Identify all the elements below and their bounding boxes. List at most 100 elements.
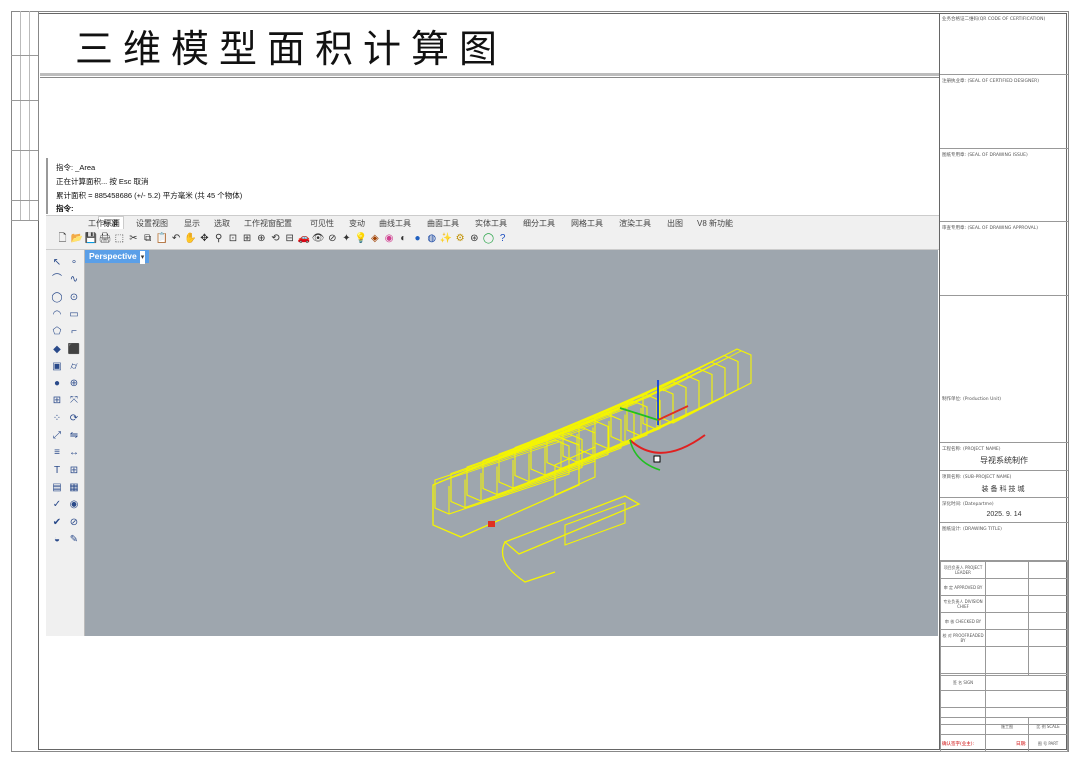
ellipse-icon[interactable]: ⊙	[67, 291, 81, 305]
color-wheel-icon[interactable]: ◉	[383, 232, 396, 245]
rectangle-icon[interactable]: ▭	[67, 308, 81, 322]
polyline-icon[interactable]: ⌒	[50, 273, 64, 287]
sub-project-label: 项目名称: (SUB-PROJECT NAME)	[942, 475, 1012, 480]
block-icon[interactable]: ▦	[67, 481, 81, 495]
tab-9[interactable]: 曲面工具	[427, 218, 459, 229]
tab-5[interactable]: 工作视窗配置	[244, 218, 292, 229]
boolean-icon[interactable]: ⊕	[67, 377, 81, 391]
tab-3[interactable]: 显示	[184, 218, 200, 229]
gizmo-y-axis[interactable]	[619, 407, 659, 421]
new-file-icon[interactable]: 🗋	[56, 232, 69, 245]
plugin-icon[interactable]: ⊛	[468, 232, 481, 245]
tab-2[interactable]: 设置视图	[136, 218, 168, 229]
zoom-window-icon[interactable]: ⊡	[226, 232, 239, 245]
dimension-icon[interactable]: ↔	[67, 446, 81, 460]
zoom-extents-icon[interactable]: ⊞	[241, 232, 254, 245]
scale-icon[interactable]: ⤢	[50, 429, 64, 443]
mesh-icon[interactable]: ⊞	[50, 394, 64, 408]
array-icon[interactable]: ⁘	[50, 412, 64, 426]
extrude-icon[interactable]: ⬛	[67, 343, 81, 357]
tab-14[interactable]: 出图	[667, 218, 683, 229]
render-icon[interactable]: ●	[411, 232, 424, 245]
slab-edge[interactable]	[470, 428, 586, 470]
rotate-icon[interactable]: ⟳	[67, 412, 81, 426]
transform-icon[interactable]: ⤧	[67, 394, 81, 408]
sphere-icon[interactable]: ◍	[425, 232, 438, 245]
point-icon[interactable]: ✦	[340, 232, 353, 245]
cut-icon[interactable]: ✂	[127, 232, 140, 245]
move-icon[interactable]: ✥	[198, 232, 211, 245]
seal-approval-cell: 审查专用章: (SEAL OF DRAWING APPROVAL)	[940, 222, 1068, 296]
material-icon[interactable]: ◈	[368, 232, 381, 245]
point-icon[interactable]: ∘	[67, 256, 81, 270]
help-icon[interactable]: ?	[496, 232, 509, 245]
select-icon[interactable]: ↖	[50, 256, 64, 270]
light-icon[interactable]: 💡	[354, 232, 367, 245]
perspective-viewport[interactable]: Perspective ▾	[85, 250, 938, 636]
display-icon[interactable]: ◐	[397, 232, 410, 245]
grid-icon[interactable]: ⊞	[67, 464, 81, 478]
check-icon[interactable]: ✔	[50, 516, 64, 530]
base-curve[interactable]	[501, 541, 556, 583]
print-icon[interactable]: 🖨	[99, 232, 112, 245]
circle-icon[interactable]: ◯	[50, 291, 64, 305]
qr-label: 业务合格证二维码(QR CODE OF CERTIFICATION)	[942, 17, 1046, 22]
sphere-icon[interactable]: ●	[50, 377, 64, 391]
box-icon[interactable]: ▣	[50, 360, 64, 374]
paint-icon[interactable]: ◒	[50, 533, 64, 547]
tab-1[interactable]: 工作平面	[88, 218, 120, 229]
eye-icon[interactable]: 👁	[312, 232, 325, 245]
tab-4[interactable]: 选取	[214, 218, 230, 229]
analyze-icon[interactable]: ✓	[50, 498, 64, 512]
misc-icon[interactable]: ✎	[67, 533, 81, 547]
fillet-icon[interactable]: ⌐	[67, 325, 81, 339]
curve-icon[interactable]: ∿	[67, 273, 81, 287]
save-icon[interactable]: 💾	[84, 232, 97, 245]
viewports-icon[interactable]: ⊟	[283, 232, 296, 245]
undo-icon[interactable]: ↶	[170, 232, 183, 245]
zoom-selected-icon[interactable]: ⊕	[255, 232, 268, 245]
sign-cell	[985, 561, 1029, 579]
text-icon[interactable]: T	[50, 464, 64, 478]
tab-13[interactable]: 渲染工具	[619, 218, 651, 229]
cplane-icon[interactable]: ⊘	[67, 516, 81, 530]
align-icon[interactable]: ≡	[50, 446, 64, 460]
inner-block[interactable]	[564, 502, 626, 546]
project-name-label: 工程名称: (PROJECT NAME)	[942, 447, 1001, 452]
tab-15[interactable]: V8 新功能	[697, 218, 733, 229]
cylinder-icon[interactable]: ⌭	[67, 360, 81, 374]
arc-icon[interactable]: ◠	[50, 308, 64, 322]
tab-12[interactable]: 网格工具	[571, 218, 603, 229]
rotate-view-icon[interactable]: ⟲	[269, 232, 282, 245]
mirror-icon[interactable]: ⇋	[67, 429, 81, 443]
tab-10[interactable]: 实体工具	[475, 218, 507, 229]
render-icon[interactable]: ◉	[67, 498, 81, 512]
pan-icon[interactable]: ✋	[184, 232, 197, 245]
open-icon[interactable]: 📂	[70, 232, 83, 245]
blank-row	[940, 646, 986, 676]
gear-icon[interactable]: ⚙	[454, 232, 467, 245]
paste-icon[interactable]: 📋	[155, 232, 168, 245]
blank-cell	[940, 296, 1068, 396]
car-icon[interactable]: 🚗	[297, 232, 310, 245]
slab-edge[interactable]	[486, 422, 599, 463]
slab-edge[interactable]	[662, 350, 742, 392]
tab-6[interactable]: 可见性	[310, 218, 334, 229]
polygon-icon[interactable]: ⬠	[50, 325, 64, 339]
tab-8[interactable]: 曲线工具	[379, 218, 411, 229]
import-icon[interactable]: ⬚	[113, 232, 126, 245]
zoom-icon[interactable]: ⚲	[212, 232, 225, 245]
copy-icon[interactable]: ⧉	[141, 232, 154, 245]
wand-icon[interactable]: ✨	[439, 232, 452, 245]
layer-icon[interactable]: ▤	[50, 481, 64, 495]
selected-marker[interactable]	[488, 521, 495, 527]
wireframe-model[interactable]	[85, 250, 938, 636]
command-prompt[interactable]: 指令:	[56, 203, 74, 214]
gizmo-center[interactable]	[653, 455, 661, 463]
tab-11[interactable]: 细分工具	[523, 218, 555, 229]
tab-7[interactable]: 变动	[349, 218, 365, 229]
surface-icon[interactable]: ◆	[50, 343, 64, 357]
sign-cell	[985, 595, 1029, 613]
cplane-icon[interactable]: ⊘	[326, 232, 339, 245]
globe-icon[interactable]: ◯	[482, 232, 495, 245]
